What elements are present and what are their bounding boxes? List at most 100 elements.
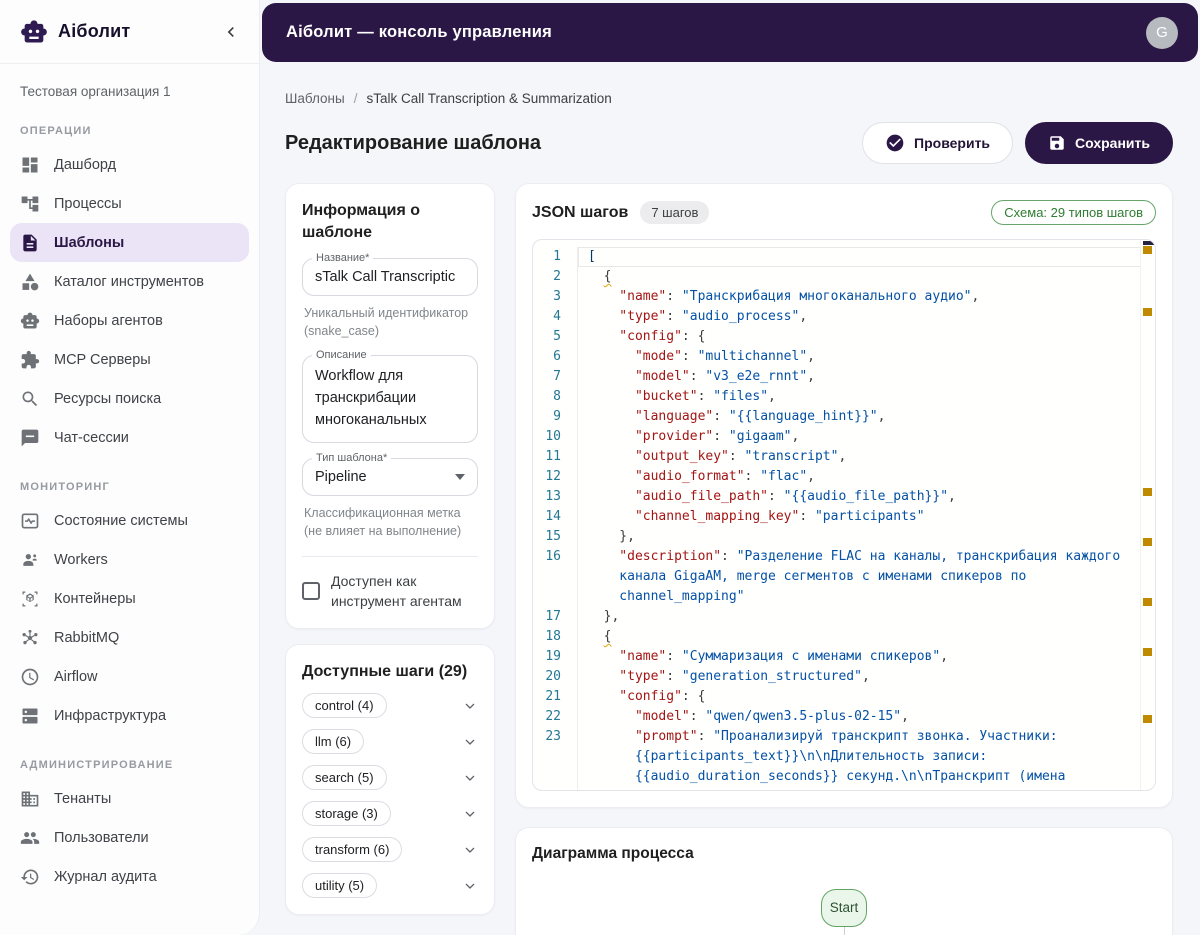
- code-line: 1 [: [533, 247, 1155, 267]
- breadcrumb-current: sTalk Call Transcription & Summarization: [366, 91, 612, 106]
- sidebar-item[interactable]: Процессы: [10, 184, 249, 223]
- step-group-chip[interactable]: utility (5): [302, 873, 378, 899]
- name-field-value: sTalk Call Transcriptic: [315, 269, 456, 286]
- step-group-chip[interactable]: storage (3): [302, 801, 391, 827]
- sidebar-item-label: Процессы: [54, 195, 122, 212]
- flow-connector-line: [843, 926, 845, 935]
- code-line-content: "description": "Разделение FLAC на канал…: [577, 547, 1155, 607]
- sidebar-item-label: Наборы агентов: [54, 312, 163, 329]
- line-number: 6: [553, 349, 561, 364]
- avatar[interactable]: G: [1146, 16, 1178, 49]
- verify-button[interactable]: Проверить: [862, 122, 1014, 164]
- sidebar-item[interactable]: Workers: [10, 540, 249, 579]
- app-header: Аіболит — консоль управления G: [262, 3, 1198, 62]
- sidebar-item[interactable]: Тенанты: [10, 779, 249, 818]
- type-select-label: Тип шаблона*: [312, 451, 392, 464]
- chevron-down-icon[interactable]: [462, 878, 478, 894]
- code-line-content: "output_key": "transcript",: [577, 447, 1155, 467]
- code-editor[interactable]: 1 [ 2 { 3 "name": "Транскрибация многока…: [532, 239, 1156, 791]
- line-number: 18: [545, 629, 561, 644]
- sidebar-item[interactable]: Наборы агентов: [10, 301, 249, 340]
- step-group-chip[interactable]: control (4): [302, 693, 387, 719]
- line-number: 21: [545, 689, 561, 704]
- sidebar-item[interactable]: RabbitMQ: [10, 618, 249, 657]
- start-node[interactable]: Start: [821, 888, 867, 927]
- breadcrumb-separator: /: [353, 91, 358, 106]
- editor-scrollbar[interactable]: [1140, 240, 1155, 790]
- sidebar-item[interactable]: Чат-сессии: [10, 418, 249, 457]
- chat-icon: [20, 428, 40, 448]
- sidebar-item[interactable]: Дашборд: [10, 145, 249, 184]
- breadcrumb-templates-link[interactable]: Шаблоны: [285, 91, 345, 106]
- people-icon: [20, 828, 40, 848]
- minimap-code-mark: [1143, 241, 1154, 245]
- sidebar-item[interactable]: Airflow: [10, 657, 249, 696]
- sidebar-item[interactable]: Ресурсы поиска: [10, 379, 249, 418]
- sidebar-item-label: Тенанты: [54, 790, 112, 807]
- code-line: 2 {: [533, 267, 1155, 287]
- step-group-chip[interactable]: search (5): [302, 765, 387, 791]
- type-helper-text: Классификационная метка (не влияет на вы…: [304, 505, 462, 538]
- line-number: 17: [545, 609, 561, 624]
- sidebar-item[interactable]: Инфраструктура: [10, 696, 249, 735]
- step-group-row: llm (6): [302, 729, 478, 755]
- code-line: 11 "output_key": "transcript",: [533, 447, 1155, 467]
- step-group-row: transform (6): [302, 837, 478, 863]
- code-line-content: {: [577, 627, 1155, 647]
- chevron-down-icon[interactable]: [462, 842, 478, 858]
- description-field[interactable]: Описание Workflow для транскрибации мног…: [302, 349, 478, 443]
- line-number: 16: [545, 549, 561, 564]
- server-icon: [20, 706, 40, 726]
- code-line: 18 {: [533, 627, 1155, 647]
- brand-name: Аіболит: [58, 21, 131, 41]
- agent-tool-checkbox-row[interactable]: Доступен как инструмент агентам: [302, 571, 478, 612]
- agent-tool-checkbox[interactable]: [302, 582, 320, 601]
- sidebar-item[interactable]: Каталог инструментов: [10, 262, 249, 301]
- code-line-content: [: [577, 247, 1155, 267]
- sidebar-item[interactable]: Шаблоны: [10, 223, 249, 262]
- step-group-row: control (4): [302, 693, 478, 719]
- clock-icon: [20, 667, 40, 687]
- name-field[interactable]: Название* sTalk Call Transcriptic: [302, 252, 478, 297]
- sidebar-item[interactable]: MCP Серверы: [10, 340, 249, 379]
- chevron-down-icon[interactable]: [462, 806, 478, 822]
- line-number: 13: [545, 489, 561, 504]
- step-group-chip[interactable]: transform (6): [302, 837, 403, 863]
- chevron-down-icon[interactable]: [462, 734, 478, 750]
- code-line: 13 "audio_file_path": "{{audio_file_path…: [533, 487, 1155, 507]
- step-group-row: utility (5): [302, 873, 478, 899]
- dashboard-icon: [20, 155, 40, 175]
- code-line: 22 "model": "qwen/qwen3.5-plus-02-15",: [533, 707, 1155, 727]
- puzzle-icon: [20, 350, 40, 370]
- app-header-title: Аіболит — консоль управления: [286, 23, 552, 41]
- robot-icon: [20, 311, 40, 331]
- available-steps-card: Доступные шаги (29) control (4) llm (6) …: [285, 643, 495, 916]
- sidebar-item[interactable]: Журнал аудита: [10, 857, 249, 896]
- code-line: 12 "audio_format": "flac",: [533, 467, 1155, 487]
- code-line: 9 "language": "{{language_hint}}",: [533, 407, 1155, 427]
- code-line-content: "name": "Суммаризация с именами спикеров…: [577, 647, 1155, 667]
- template-file-icon: [20, 233, 40, 253]
- code-line-content: "type": "generation_structured",: [577, 667, 1155, 687]
- main-area: Аіболит — консоль управления G Шаблоны /…: [260, 0, 1200, 935]
- sidebar-item[interactable]: Контейнеры: [10, 579, 249, 618]
- chevron-down-icon[interactable]: [462, 698, 478, 714]
- sidebar: Аіболит Тестовая организация 1 ОПЕРАЦИИ …: [0, 0, 260, 935]
- step-group-chip[interactable]: llm (6): [302, 729, 365, 755]
- sidebar-item-label: MCP Серверы: [54, 351, 151, 368]
- line-number: 20: [545, 669, 561, 684]
- line-number: 9: [553, 409, 561, 424]
- line-number: 8: [553, 389, 561, 404]
- history-icon: [20, 867, 40, 887]
- save-button[interactable]: Сохранить: [1025, 122, 1173, 164]
- schema-badge[interactable]: Схема: 29 типов шагов: [991, 200, 1156, 225]
- sidebar-item[interactable]: Пользователи: [10, 818, 249, 857]
- sidebar-collapse-icon[interactable]: [221, 22, 241, 42]
- json-steps-card: JSON шагов 7 шагов Схема: 29 типов шагов…: [515, 183, 1173, 808]
- line-number: 7: [553, 369, 561, 384]
- step-group-row: search (5): [302, 765, 478, 791]
- sidebar-item[interactable]: Состояние системы: [10, 501, 249, 540]
- type-select[interactable]: Тип шаблона* Pipeline: [302, 451, 478, 496]
- chevron-down-icon[interactable]: [462, 770, 478, 786]
- code-line: 15 },: [533, 527, 1155, 547]
